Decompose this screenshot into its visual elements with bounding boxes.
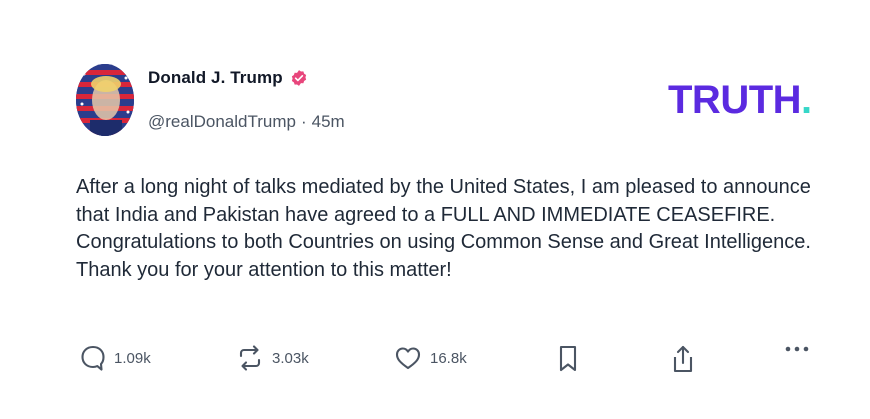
retruth-icon	[239, 345, 261, 371]
bookmark-button[interactable]	[556, 344, 580, 374]
avatar[interactable]	[76, 64, 134, 136]
bookmark-icon	[559, 345, 577, 372]
author-handle[interactable]: @realDonaldTrump	[148, 112, 296, 132]
handle-row: @realDonaldTrump · 45m	[148, 112, 345, 132]
more-options-button[interactable]	[784, 344, 810, 354]
share-button[interactable]	[670, 344, 696, 376]
reply-icon	[81, 345, 105, 371]
heart-icon	[395, 347, 421, 370]
separator-dot: ·	[300, 112, 307, 131]
like-count: 16.8k	[430, 349, 467, 367]
like-button[interactable]: 16.8k	[394, 344, 467, 372]
post-card: Donald J. Trump @realDonaldTrump · 45m T…	[0, 0, 870, 419]
post-timestamp[interactable]: 45m	[312, 112, 345, 132]
logo-text: TRUTH	[668, 78, 802, 122]
post-actions-bar: 1.09k 3.03k 16.8k	[80, 344, 810, 384]
retruth-count: 3.03k	[272, 349, 309, 367]
truth-social-logo: TRUTH.	[668, 80, 812, 120]
author-name-row[interactable]: Donald J. Trump	[148, 68, 308, 88]
reply-button[interactable]: 1.09k	[80, 344, 151, 372]
more-icon	[785, 346, 809, 352]
post-body: After a long night of talks mediated by …	[76, 176, 811, 281]
avatar-image	[76, 64, 134, 136]
reply-count: 1.09k	[114, 349, 151, 367]
retruth-button[interactable]: 3.03k	[236, 344, 309, 372]
logo-dot: .	[801, 78, 812, 122]
share-icon	[673, 345, 693, 373]
author-name[interactable]: Donald J. Trump	[148, 68, 283, 88]
verified-badge-icon	[291, 70, 306, 86]
